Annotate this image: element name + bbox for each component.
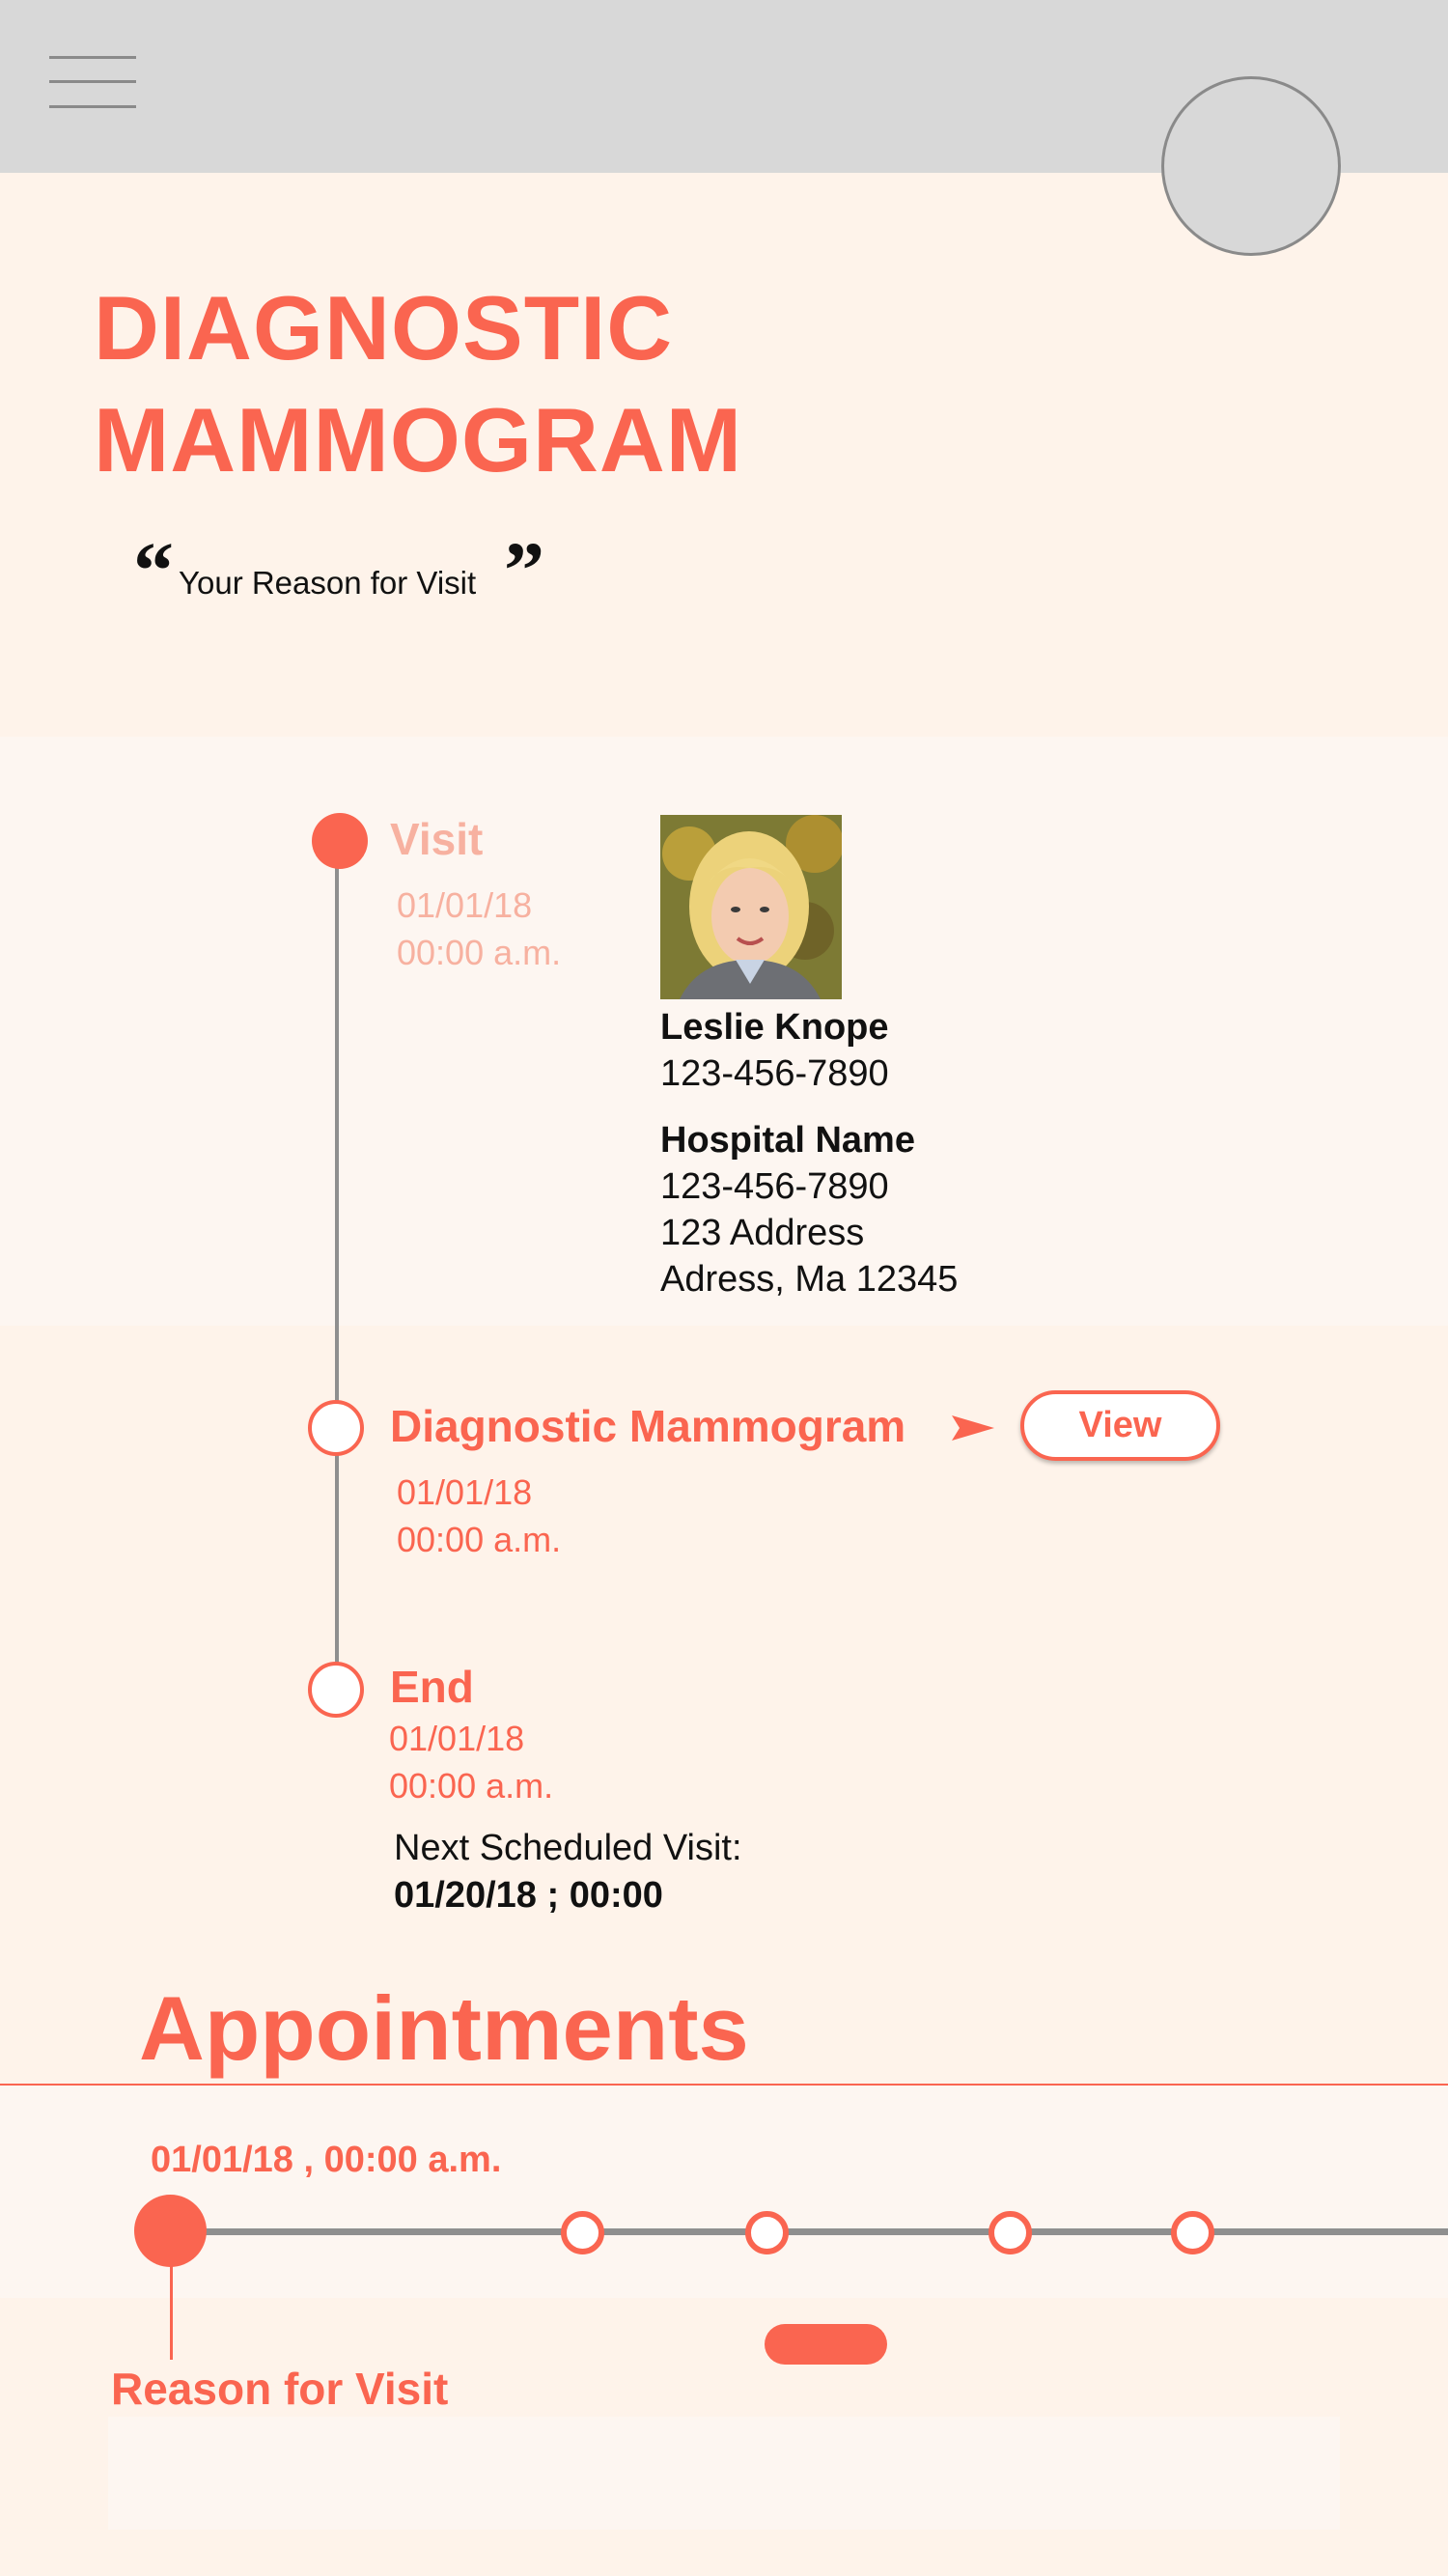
doctor-info: Leslie Knope 123-456-7890 [660,1004,889,1097]
doctor-name: Leslie Knope [660,1007,889,1048]
procedure-date: 01/01/18 [397,1472,533,1512]
timeline-line [335,844,339,1429]
visit-time: 00:00 a.m. [397,933,562,972]
reason-for-visit-text: Your Reason for Visit [179,565,477,601]
hospital-name: Hospital Name [660,1120,915,1161]
appointment-node[interactable] [989,2211,1032,2254]
timeline-node-end [308,1662,364,1718]
profile-avatar[interactable] [1161,76,1341,256]
hospital-phone: 123-456-7890 [660,1166,889,1207]
appointments-title: Appointments [139,1977,749,2079]
appointment-node-selected[interactable] [134,2195,207,2267]
timeline-visit-date: 01/01/18 00:00 a.m. [397,882,561,976]
procedure-time: 00:00 a.m. [397,1520,562,1559]
next-visit-label: Next Scheduled Visit: [394,1828,742,1868]
close-quote-icon: ” [504,526,544,616]
reason-for-visit-label: Reason for Visit [111,2364,449,2414]
timeline-visit-title: Visit [390,814,484,864]
appointment-node[interactable] [745,2211,789,2254]
appointment-stem [170,2259,173,2360]
timeline-procedure-title: Diagnostic Mammogram [390,1401,906,1451]
appointment-selected-date: 01/01/18 , 00:00 a.m. [151,2140,502,2180]
hospital-address-line-1: 123 Address [660,1213,865,1253]
scroll-handle[interactable] [765,2324,887,2365]
page-title-line-1: DIAGNOSTIC [94,277,674,378]
timeline-end-title: End [390,1662,474,1712]
page-title-line-2: MAMMOGRAM [94,389,743,490]
appointment-node[interactable] [561,2211,604,2254]
page-title: DIAGNOSTIC MAMMOGRAM [94,272,962,496]
view-button[interactable]: View [1020,1390,1220,1461]
doctor-photo [660,815,842,999]
appointment-node[interactable] [1171,2211,1214,2254]
doctor-phone: 123-456-7890 [660,1053,889,1094]
appointments-track [170,2228,1448,2235]
end-time: 00:00 a.m. [389,1766,554,1806]
open-quote-icon: “ [133,526,174,616]
reason-for-visit-field[interactable] [108,2417,1340,2530]
timeline-node-procedure [308,1400,364,1456]
menu-icon[interactable] [49,56,136,108]
arrow-right-icon [952,1415,994,1441]
timeline-procedure-date: 01/01/18 00:00 a.m. [397,1469,561,1563]
hospital-info: Hospital Name 123-456-7890 123 Address A… [660,1117,958,1302]
visit-date: 01/01/18 [397,885,533,925]
appointments-band [0,2086,1448,2298]
end-date: 01/01/18 [389,1719,525,1758]
timeline-node-visit [312,813,368,869]
next-visit-value: 01/20/18 ; 00:00 [394,1875,663,1916]
hospital-address-line-2: Adress, Ma 12345 [660,1259,959,1300]
timeline-end-date: 01/01/18 00:00 a.m. [389,1715,553,1809]
